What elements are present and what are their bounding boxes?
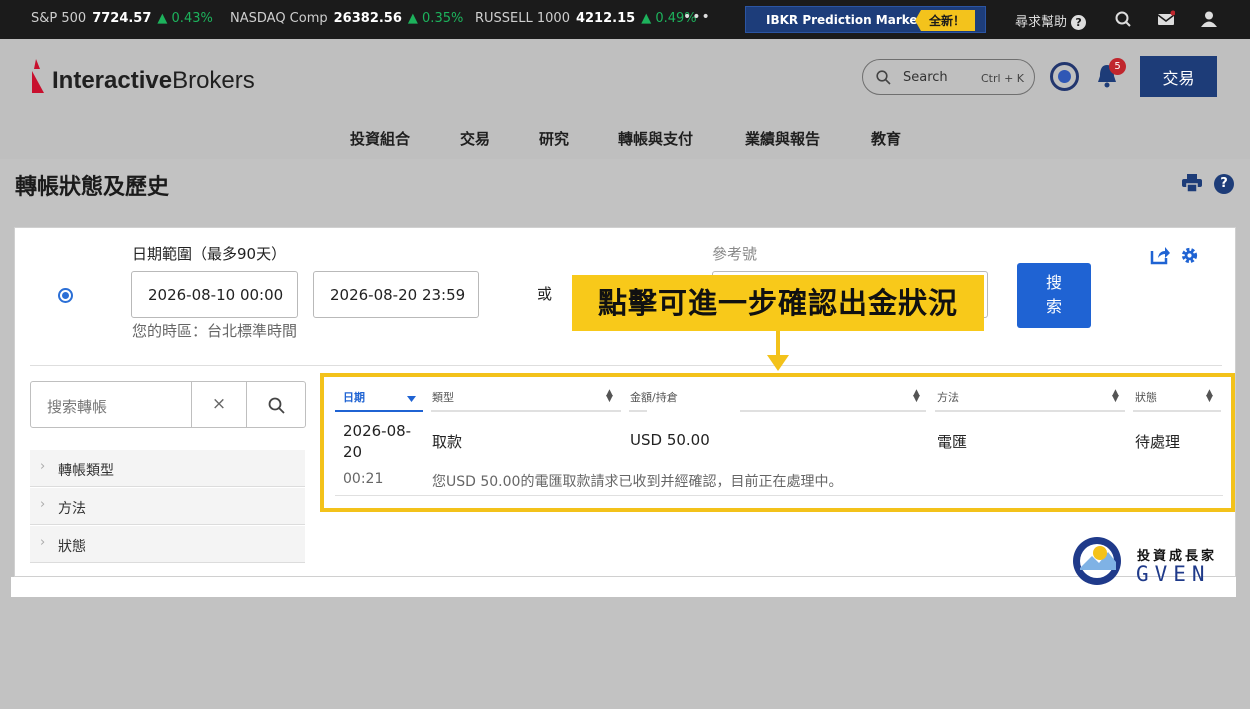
- callout-banner: 點擊可進一步確認出金狀況: [572, 275, 984, 331]
- new-badge: 全新！: [914, 10, 975, 31]
- chevron-right-icon: ›: [40, 459, 46, 474]
- search-icon: [268, 397, 285, 414]
- ticker-item[interactable]: S&P 500 7724.57 ▲ 0.43%: [31, 11, 213, 26]
- prediction-markets-label: IBKR Prediction Markets: [766, 13, 931, 27]
- column-underline: [1133, 410, 1221, 412]
- date-range-label: 日期範圍（最多90天）: [132, 245, 287, 263]
- chevron-right-icon: ›: [40, 497, 46, 512]
- global-search[interactable]: Search Ctrl + K: [862, 59, 1035, 95]
- transfer-search-input[interactable]: 搜索轉帳: [30, 381, 192, 428]
- chevron-right-icon: ›: [40, 535, 46, 550]
- nav-education[interactable]: 教育: [871, 128, 901, 149]
- user-icon[interactable]: [1200, 10, 1218, 28]
- help-link[interactable]: 尋求幫助?: [1015, 11, 1087, 30]
- mail-icon[interactable]: [1157, 10, 1175, 28]
- nav-performance-reports[interactable]: 業績與報告: [745, 128, 820, 149]
- sort-icon: ▲ ▼: [913, 388, 920, 404]
- row-divider: [335, 495, 1223, 496]
- row-date-line1: 2026-08-: [343, 422, 412, 440]
- section-divider: [30, 365, 1222, 366]
- ticker-change: ▲ 0.35%: [407, 11, 464, 26]
- brand-logo: [1073, 537, 1121, 585]
- column-header-status[interactable]: 狀態: [1135, 389, 1157, 405]
- ticker-name: S&P 500: [31, 11, 87, 26]
- filter-transfer-type[interactable]: › 轉帳類型: [30, 450, 305, 487]
- or-label: 或: [537, 285, 553, 303]
- ticker-value: 26382.56: [333, 11, 402, 26]
- filter-label: 轉帳類型: [58, 463, 114, 479]
- more-ticker-button[interactable]: •••: [683, 9, 711, 25]
- column-header-method[interactable]: 方法: [937, 389, 959, 405]
- search-label: Search: [903, 70, 948, 85]
- nav-portfolio[interactable]: 投資組合: [350, 128, 410, 149]
- clear-search-button[interactable]: ×: [191, 381, 247, 428]
- ticker-item[interactable]: NASDAQ Comp 26382.56 ▲ 0.35%: [230, 11, 463, 26]
- panel-bottom-strip: [11, 577, 1236, 597]
- ticker-name: NASDAQ Comp: [230, 11, 328, 26]
- notification-count-badge: 5: [1109, 58, 1126, 75]
- row-date-line2: 20: [343, 443, 363, 461]
- row-time: 00:21: [343, 471, 384, 487]
- filter-label: 狀態: [58, 539, 86, 555]
- site-header: InteractiveBrokers Search Ctrl + K 5 交易 …: [0, 39, 1250, 159]
- brand-english-name: GVEN: [1136, 562, 1211, 586]
- sort-icon: ▲ ▼: [1112, 388, 1119, 404]
- column-underline: [629, 410, 647, 412]
- nav-transfer-pay[interactable]: 轉帳與支付: [618, 128, 693, 149]
- ticker-item[interactable]: RUSSELL 1000 4212.15 ▲ 0.49%: [475, 11, 697, 26]
- search-button[interactable]: 搜 索: [1017, 263, 1091, 328]
- column-header-amount[interactable]: 金額/持倉: [630, 389, 678, 405]
- nav-trade[interactable]: 交易: [460, 128, 490, 149]
- to-date-input[interactable]: 2026-08-20 23:59: [313, 271, 479, 318]
- help-icon: ?: [1071, 15, 1087, 30]
- filter-label: 方法: [58, 501, 86, 517]
- prediction-markets-banner[interactable]: IBKR Prediction Markets 全新！: [745, 6, 986, 33]
- column-underline: [935, 410, 1125, 412]
- ticker-value: 7724.57: [92, 11, 152, 26]
- search-shortcut: Ctrl + K: [981, 72, 1024, 85]
- help-question-icon[interactable]: ?: [1214, 174, 1234, 194]
- print-icon[interactable]: [1182, 174, 1202, 192]
- column-header-date[interactable]: 日期: [343, 389, 365, 405]
- from-date-input[interactable]: 2026-08-10 00:00: [131, 271, 298, 318]
- row-note: 您USD 50.00的電匯取款請求已收到并經確認，目前正在處理中。: [432, 474, 843, 490]
- search-transfer-button[interactable]: [246, 381, 306, 428]
- filter-status[interactable]: › 狀態: [30, 526, 305, 563]
- column-underline: [431, 410, 621, 412]
- nav-research[interactable]: 研究: [539, 128, 569, 149]
- down-arrow-icon: [767, 331, 789, 371]
- ib-wordmark: InteractiveBrokers: [52, 67, 255, 94]
- ticker-value: 4212.15: [575, 11, 636, 26]
- gear-icon[interactable]: [1180, 246, 1199, 265]
- row-status: 待處理: [1135, 433, 1181, 451]
- trade-button[interactable]: 交易: [1140, 56, 1217, 97]
- ticker-change: ▲ 0.43%: [157, 11, 213, 26]
- radar-icon[interactable]: [1050, 62, 1079, 91]
- ticker-name: RUSSELL 1000: [475, 11, 570, 26]
- column-header-type[interactable]: 類型: [432, 389, 454, 405]
- sort-icon: ▲ ▼: [606, 388, 613, 404]
- sort-icon: ▲ ▼: [1206, 388, 1213, 404]
- search-icon: [876, 70, 891, 85]
- row-method: 電匯: [937, 433, 968, 451]
- active-column-underline: [335, 410, 423, 412]
- row-type: 取款: [432, 433, 463, 451]
- search-button-label: 搜 索: [1045, 273, 1062, 316]
- help-label: 尋求幫助: [1015, 15, 1068, 30]
- page-title: 轉帳狀態及歷史: [15, 175, 170, 200]
- timezone-note: 您的時區：台北標準時間: [132, 322, 298, 340]
- row-amount: USD 50.00: [630, 431, 710, 449]
- date-range-radio[interactable]: [58, 288, 73, 303]
- chat-search-icon[interactable]: [1114, 10, 1132, 28]
- export-icon[interactable]: [1150, 246, 1170, 265]
- reference-label: 參考號: [712, 245, 758, 263]
- ib-flame-icon: [32, 59, 44, 93]
- sort-desc-icon: [407, 396, 416, 402]
- market-ticker-bar: S&P 500 7724.57 ▲ 0.43% NASDAQ Comp 26382.5…: [0, 0, 1250, 39]
- filter-method[interactable]: › 方法: [30, 488, 305, 525]
- column-underline: [740, 410, 926, 412]
